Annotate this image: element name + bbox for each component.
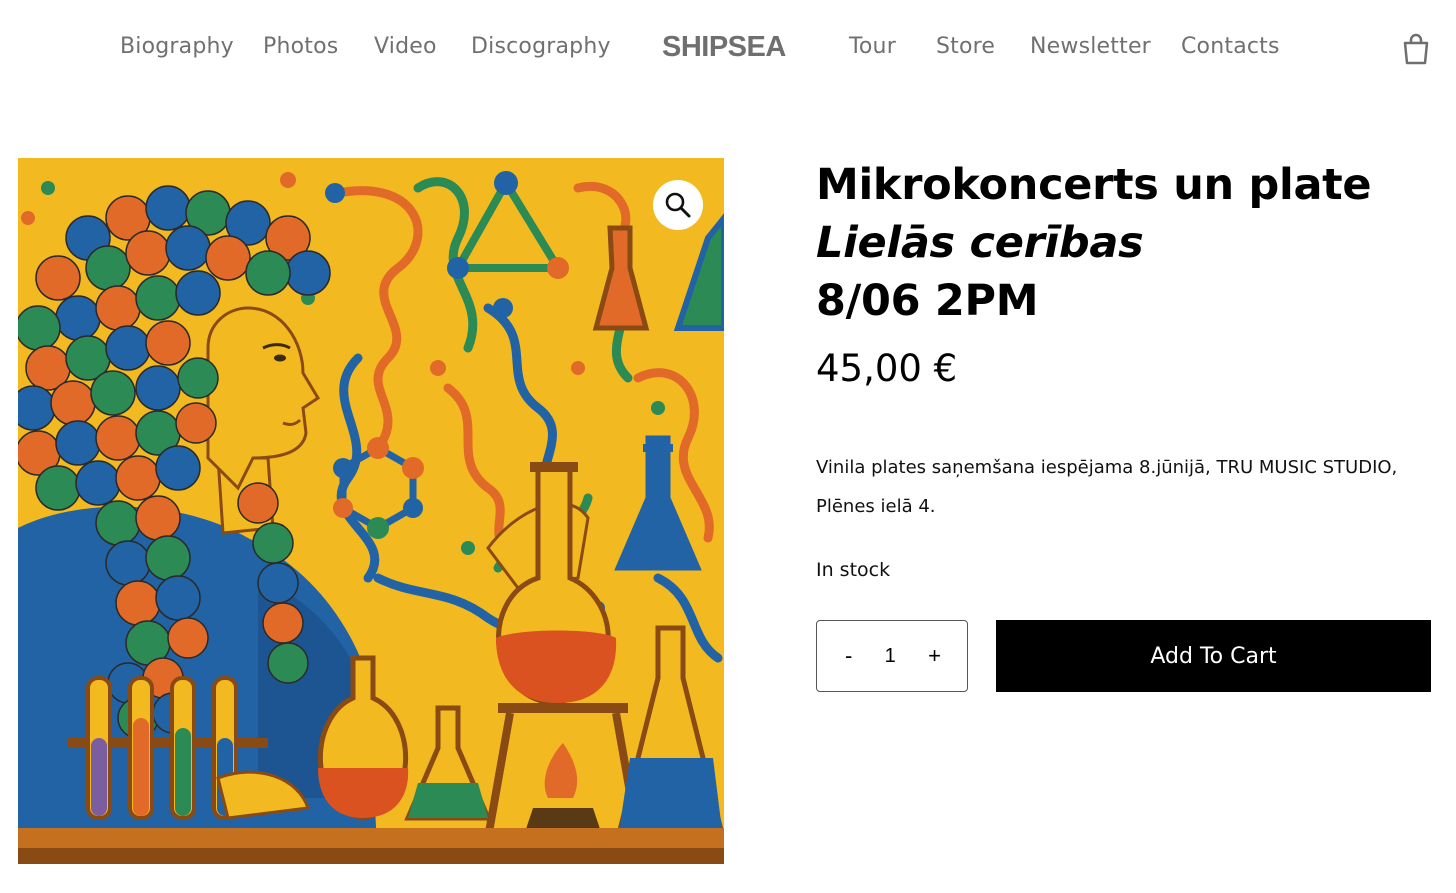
magnifier-icon	[665, 192, 691, 218]
shopping-bag-icon[interactable]	[1401, 33, 1431, 65]
site-logo[interactable]: SHIPSEA	[662, 31, 786, 64]
nav-biography[interactable]: Biography	[120, 34, 234, 59]
quantity-input[interactable]: 1	[885, 645, 896, 668]
product-image[interactable]	[18, 158, 724, 864]
title-line-3: 8/06 2PM	[816, 276, 1039, 326]
nav-store[interactable]: Store	[936, 34, 995, 59]
nav-contacts[interactable]: Contacts	[1181, 34, 1280, 59]
quantity-stepper: - 1 +	[816, 620, 968, 692]
product-title: Mikrokoncerts un plate Lielās cerības 8/…	[816, 156, 1436, 330]
nav-tour[interactable]: Tour	[849, 34, 896, 59]
product-price: 45,00 €	[816, 347, 958, 390]
product-artwork	[18, 158, 724, 864]
nav-video[interactable]: Video	[374, 34, 437, 59]
title-line-1: Mikrokoncerts un plate	[816, 160, 1372, 210]
stock-status: In stock	[816, 559, 891, 581]
product-description: Vinila plates saņemšana iespējama 8.jūni…	[816, 457, 1398, 517]
nav-photos[interactable]: Photos	[263, 34, 338, 59]
add-to-cart-button[interactable]: Add To Cart	[996, 620, 1431, 692]
nav-discography[interactable]: Discography	[471, 34, 611, 59]
quantity-increase-button[interactable]: +	[928, 643, 941, 669]
zoom-button[interactable]	[653, 180, 703, 230]
nav-newsletter[interactable]: Newsletter	[1030, 34, 1151, 59]
quantity-decrease-button[interactable]: -	[845, 643, 852, 669]
title-line-2: Lielās cerības	[816, 218, 1144, 268]
